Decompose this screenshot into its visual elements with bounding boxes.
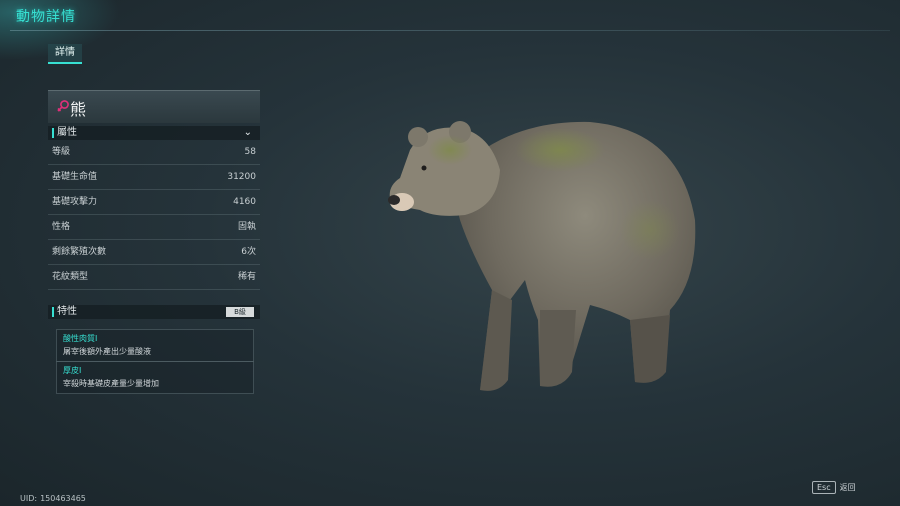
attributes-section-label: 屬性 <box>57 127 77 138</box>
uid-label: UID: <box>20 494 38 503</box>
attr-label: 基礎攻擊力 <box>52 197 98 207</box>
chevron-down-icon[interactable]: ⌄ <box>244 126 252 140</box>
attr-row-base-hp: 基礎生命值 31200 <box>48 165 260 190</box>
uid-display: UID: 150463465 <box>20 494 86 503</box>
attr-row-level: 等級 58 <box>48 140 260 165</box>
attr-value: 稀有 <box>237 272 256 282</box>
attr-row-base-attack: 基礎攻擊力 4160 <box>48 190 260 215</box>
animal-name: 熊 <box>70 100 87 119</box>
back-label: 返回 <box>839 483 856 492</box>
section-accent-bar <box>52 307 54 317</box>
trait-name: 厚皮I <box>63 366 82 375</box>
trait-desc: 宰殺時基礎皮產量少量增加 <box>63 379 159 388</box>
trait-grade-badge: B級 <box>226 307 254 317</box>
attr-label: 花紋類型 <box>52 272 89 282</box>
attr-label: 等級 <box>52 147 71 157</box>
tab-details[interactable]: 詳情 <box>48 44 82 64</box>
trait-desc: 屠宰後額外產出少量酸液 <box>63 347 151 356</box>
trait-name: 酸性肉質I <box>63 334 98 343</box>
page-title: 動物詳情 <box>16 9 76 25</box>
header-divider <box>10 30 890 31</box>
attr-value: 6次 <box>241 247 256 257</box>
attr-row-breeding-left: 剩餘繁殖次數 6次 <box>48 240 260 265</box>
attr-value: 31200 <box>227 172 256 182</box>
attr-value: 固執 <box>237 222 256 232</box>
attr-row-personality: 性格 固執 <box>48 215 260 240</box>
attr-row-pattern: 花紋類型 稀有 <box>48 265 260 290</box>
section-accent-bar <box>52 128 54 138</box>
attr-value: 4160 <box>233 197 256 207</box>
trait-item[interactable]: 酸性肉質I 屠宰後額外產出少量酸液 <box>56 329 254 362</box>
esc-back-hint[interactable]: Esc 返回 <box>812 481 856 494</box>
bear-illustration <box>388 121 696 391</box>
attr-value: 58 <box>244 147 256 157</box>
trait-item[interactable]: 厚皮I 宰殺時基礎皮產量少量增加 <box>56 361 254 394</box>
attr-label: 剩餘繁殖次數 <box>52 247 107 257</box>
attr-label: 性格 <box>52 222 71 232</box>
attr-label: 基礎生命值 <box>52 172 98 182</box>
esc-key[interactable]: Esc <box>812 481 836 494</box>
attributes-section-header[interactable]: 屬性 ⌄ <box>48 126 260 140</box>
bear-model[interactable] <box>380 110 710 400</box>
uid-value: 150463465 <box>40 494 86 503</box>
animal-name-header: 熊 <box>48 90 260 123</box>
female-icon <box>57 100 69 112</box>
traits-section-label: 特性 <box>57 306 77 317</box>
traits-section-header: 特性 B級 <box>48 305 260 319</box>
